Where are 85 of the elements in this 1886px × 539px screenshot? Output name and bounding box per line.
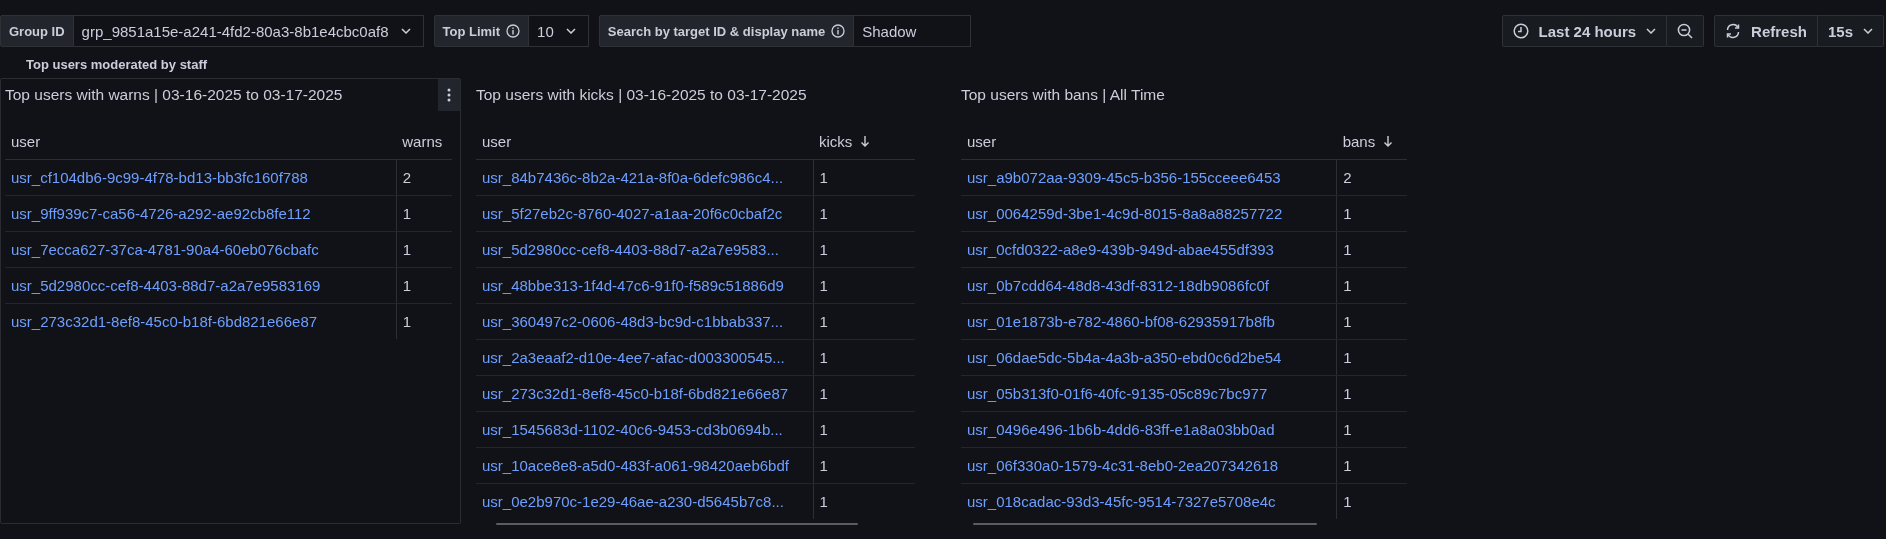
user-link[interactable]: usr_0496e496-1b6b-4dd6-83ff-e1a8a03bb0ad bbox=[967, 421, 1275, 438]
variable-label: Group ID bbox=[0, 15, 74, 47]
caret-icon bbox=[400, 28, 411, 34]
table-cell: 1 bbox=[1336, 267, 1407, 304]
user-link[interactable]: usr_5f27eb2c-8760-4027-a1aa-20f6c0cbaf2c bbox=[482, 205, 783, 222]
table-cell: 1 bbox=[813, 447, 915, 484]
panel-menu-button[interactable] bbox=[438, 79, 460, 111]
table-cell: 1 bbox=[813, 231, 915, 268]
column-header[interactable]: warns bbox=[396, 123, 452, 160]
zoom-out-icon bbox=[1677, 23, 1694, 39]
user-link[interactable]: usr_cf104db6-9c99-4f78-bd13-bb3fc160f788 bbox=[11, 169, 308, 186]
panel-title: Top users with kicks | 03-16-2025 to 03-17-2025 bbox=[476, 86, 808, 104]
user-link[interactable]: usr_5d2980cc-cef8-4403-88d7-a2a7e9583169 bbox=[11, 277, 321, 294]
table-cell: 1 bbox=[813, 195, 915, 232]
user-link[interactable]: usr_0e2b970c-1e29-46ae-a230-d5645b7c8... bbox=[482, 493, 784, 510]
user-link[interactable]: usr_10ace8e8-a5d0-483f-a061-98420aeb6bdf bbox=[482, 457, 789, 474]
user-link[interactable]: usr_0b7cdd64-48d8-43df-8312-18db9086fc0f bbox=[967, 277, 1269, 294]
user-link[interactable]: usr_360497c2-0606-48d3-bc9d-c1bbab337... bbox=[482, 313, 784, 330]
table-cell: 1 bbox=[1336, 375, 1407, 412]
user-link[interactable]: usr_48bbe313-1f4d-47c6-91f0-f589c51886d9 bbox=[482, 277, 784, 294]
table-cell: 1 bbox=[396, 303, 452, 339]
user-link[interactable]: usr_05b313f0-01f6-40fc-9135-05c89c7bc977 bbox=[967, 385, 1268, 402]
user-link[interactable]: usr_84b7436c-8b2a-421a-8f0a-6defc986c4... bbox=[482, 169, 784, 186]
user-link[interactable]: usr_1545683d-1102-40c6-9453-cd3b0694b... bbox=[482, 421, 783, 438]
row-title[interactable]: Top users moderated by staff bbox=[26, 57, 208, 72]
refresh-interval-dropdown[interactable]: 15s bbox=[1817, 15, 1884, 47]
sort-arrow-icon bbox=[860, 135, 871, 147]
table-cell: 1 bbox=[813, 411, 915, 448]
scrollbar[interactable] bbox=[973, 523, 1317, 525]
table-cell: 1 bbox=[813, 267, 915, 304]
refresh-button[interactable]: Refresh bbox=[1714, 15, 1818, 47]
table-cell: 1 bbox=[813, 159, 915, 196]
user-link[interactable]: usr_0064259d-3be1-4c9d-8015-8a8a88257722 bbox=[967, 205, 1283, 222]
info-icon bbox=[831, 24, 846, 38]
table-cell: 1 bbox=[1336, 195, 1407, 232]
table-cell: 1 bbox=[1336, 411, 1407, 448]
user-link[interactable]: usr_5d2980cc-cef8-4403-88d7-a2a7e9583... bbox=[482, 241, 779, 258]
info-icon bbox=[506, 24, 521, 38]
variable-label: Top Limit bbox=[433, 15, 530, 47]
column-header[interactable]: bans bbox=[1336, 123, 1407, 160]
table-cell: 2 bbox=[396, 159, 452, 196]
panel-title: Top users with bans | All Time bbox=[961, 86, 1166, 104]
user-link[interactable]: usr_018cadac-93d3-45fc-9514-7327e5708e4c bbox=[967, 493, 1276, 510]
kebab-menu-icon bbox=[447, 88, 451, 102]
search-field[interactable]: Shadow bbox=[854, 15, 972, 47]
table-cell: 2 bbox=[1336, 159, 1407, 196]
zoom-out-button[interactable] bbox=[1667, 15, 1705, 47]
user-link[interactable]: usr_06f330a0-1579-4c31-8eb0-2ea207342618 bbox=[967, 457, 1279, 474]
user-link[interactable]: usr_7ecca627-37ca-4781-90a4-60eb076cbafc bbox=[11, 241, 319, 258]
caret-icon bbox=[1863, 28, 1873, 34]
table-cell: 1 bbox=[1336, 483, 1407, 519]
time-range-picker[interactable]: Last 24 hours bbox=[1501, 15, 1668, 47]
table-cell: 1 bbox=[1336, 231, 1407, 268]
table-cell: 1 bbox=[396, 195, 452, 232]
column-header[interactable]: user bbox=[961, 123, 1337, 160]
table-cell: 1 bbox=[396, 267, 452, 304]
user-link[interactable]: usr_a9b072aa-9309-45c5-b356-155cceee6453 bbox=[967, 169, 1281, 186]
table-cell: 1 bbox=[813, 375, 915, 412]
user-link[interactable]: usr_9ff939c7-ca56-4726-a292-ae92cb8fe112 bbox=[11, 205, 311, 222]
sort-arrow-icon bbox=[1383, 135, 1394, 147]
scrollbar[interactable] bbox=[496, 523, 858, 525]
panel-title: Top users with warns | 03-16-2025 to 03-17-2025 bbox=[5, 86, 344, 104]
user-link[interactable]: usr_01e1873b-e782-4860-bf08-62935917b8fb bbox=[967, 313, 1275, 330]
caret-icon bbox=[565, 28, 576, 34]
user-link[interactable]: usr_273c32d1-8ef8-45c0-b18f-6bd821e66e87 bbox=[11, 313, 318, 330]
column-header[interactable]: kicks bbox=[813, 123, 915, 160]
user-link[interactable]: usr_0cfd0322-a8e9-439b-949d-abae455df393 bbox=[967, 241, 1274, 258]
variable-dropdown[interactable]: grp_9851a15e-a241-4fd2-80a3-8b1e4cbc0af8 bbox=[73, 15, 424, 47]
table-cell: 1 bbox=[813, 483, 915, 519]
variable-label: Search by target ID & display name bbox=[598, 15, 855, 47]
table-cell: 1 bbox=[813, 339, 915, 376]
clock-icon bbox=[1512, 23, 1529, 39]
table-cell: 1 bbox=[813, 303, 915, 340]
table-cell: 1 bbox=[1336, 303, 1407, 340]
column-header[interactable]: user bbox=[476, 123, 813, 160]
user-link[interactable]: usr_273c32d1-8ef8-45c0-b18f-6bd821e66e87 bbox=[482, 385, 789, 402]
variable-dropdown[interactable]: 10 bbox=[529, 15, 589, 47]
table-cell: 1 bbox=[1336, 339, 1407, 376]
table-cell: 1 bbox=[396, 231, 452, 268]
caret-icon bbox=[1646, 28, 1657, 34]
refresh-icon bbox=[1725, 23, 1742, 39]
user-link[interactable]: usr_06dae5dc-5b4a-4a3b-a350-ebd0c6d2be54 bbox=[967, 349, 1282, 366]
column-header[interactable]: user bbox=[5, 123, 397, 160]
user-link[interactable]: usr_2a3eaaf2-d10e-4ee7-afac-d003300545... bbox=[482, 349, 785, 366]
table-cell: 1 bbox=[1336, 447, 1407, 484]
